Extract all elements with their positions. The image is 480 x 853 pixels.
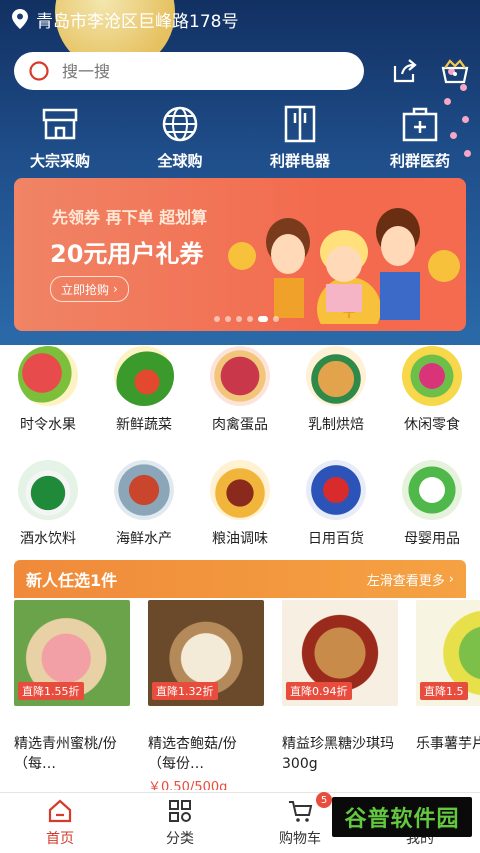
drinks-image	[18, 460, 78, 520]
quick-link-global[interactable]: 全球购	[125, 104, 235, 174]
banner-title: 20元用户礼券	[50, 240, 204, 268]
category-drinks[interactable]: 酒水饮料	[3, 460, 93, 548]
vegetables-image	[114, 346, 174, 406]
meat-image	[210, 346, 270, 406]
product-name: 精选青州蜜桃/份（每…	[14, 736, 117, 772]
search-box[interactable]	[14, 52, 364, 90]
site-watermark: 谷普软件园	[332, 797, 472, 837]
product-image-peach: 直降1.55折	[14, 600, 130, 706]
discount-badge: 直降1.32折	[152, 682, 218, 700]
fridge-icon	[284, 105, 316, 143]
category-snacks[interactable]: 休闲零食	[387, 346, 477, 434]
discount-badge: 直降0.94折	[286, 682, 352, 700]
discount-badge: 直降1.5	[420, 682, 468, 700]
carousel-dots	[214, 316, 279, 322]
category-grid-icon	[169, 800, 191, 822]
product-image-mushroom: 直降1.32折	[148, 600, 264, 706]
category-seafood[interactable]: 海鲜水产	[99, 460, 189, 548]
banner-buy-button[interactable]: 立即抢购 ›	[50, 276, 129, 302]
newcomer-section-header: 新人任选1件 左滑查看更多 ›	[14, 560, 466, 598]
product-image-chips: 直降1.5	[416, 600, 480, 706]
product-name: 精益珍黑糖沙琪玛300g	[282, 736, 394, 772]
product-card[interactable]: 直降1.32折 精选杏鲍菇/份（每份… ￥0.50/500g	[148, 600, 264, 790]
swipe-more-link[interactable]: 左滑查看更多 ›	[367, 570, 454, 589]
crown-basket-icon	[441, 59, 469, 84]
product-price: ￥0.50/500g	[148, 780, 228, 790]
discount-badge: 直降1.55折	[18, 682, 84, 700]
section-title: 新人任选1件	[26, 571, 118, 590]
globe-icon	[162, 106, 198, 142]
category-fruit[interactable]: 时令水果	[3, 346, 93, 434]
daily-goods-image	[306, 460, 366, 520]
category-daily-goods[interactable]: 日用百货	[291, 460, 381, 548]
share-icon	[393, 59, 417, 83]
cart-icon	[289, 801, 313, 822]
product-card[interactable]: 直降1.5 乐事薯芋片沁	[416, 600, 480, 790]
quick-links: 大宗采购 全球购 利群电器 利群医药	[0, 104, 480, 174]
category-meat-eggs[interactable]: 肉禽蛋品	[195, 346, 285, 434]
cartoon-family-illustration: ¥	[228, 208, 460, 324]
seafood-image	[114, 460, 174, 520]
fruit-image	[18, 346, 78, 406]
grain-oil-image	[210, 460, 270, 520]
chevron-right-icon: ›	[448, 571, 454, 587]
category-dairy-bakery[interactable]: 乳制烘焙	[291, 346, 381, 434]
baby-goods-image	[402, 460, 462, 520]
member-crown-button[interactable]	[438, 54, 472, 88]
promo-banner[interactable]: 先领券 再下单 超划算 20元用户礼券 立即抢购› ¥	[14, 178, 466, 331]
quick-link-pharmacy[interactable]: 利群医药	[365, 104, 475, 174]
search-icon	[29, 61, 49, 81]
quick-link-appliances[interactable]: 利群电器	[245, 104, 355, 174]
search-input[interactable]	[60, 60, 324, 82]
quick-link-bulk-purchase[interactable]: 大宗采购	[5, 104, 115, 174]
product-image-shaqima: 直降0.94折	[282, 600, 398, 706]
tab-home[interactable]: 首页	[10, 798, 110, 848]
dairy-image	[306, 346, 366, 406]
product-carousel: 直降1.55折 精选青州蜜桃/份（每… 直降1.32折 精选杏鲍菇/份（每份… …	[14, 600, 480, 790]
chevron-right-icon: ›	[113, 282, 118, 296]
home-icon	[48, 799, 72, 823]
snacks-image	[402, 346, 462, 406]
tab-category[interactable]: 分类	[130, 798, 230, 848]
category-baby[interactable]: 母婴用品	[387, 460, 477, 548]
medkit-icon	[402, 107, 438, 142]
store-icon	[42, 108, 78, 140]
product-card[interactable]: 直降1.55折 精选青州蜜桃/份（每…	[14, 600, 130, 790]
banner-subtitle: 先领券 再下单 超划算	[52, 208, 208, 227]
product-name: 乐事薯芋片沁	[416, 736, 480, 752]
cart-count-badge: 5	[316, 792, 332, 808]
product-card[interactable]: 直降0.94折 精益珍黑糖沙琪玛300g	[282, 600, 398, 790]
share-button[interactable]	[388, 54, 422, 88]
category-vegetables[interactable]: 新鲜蔬菜	[99, 346, 189, 434]
product-name: 精选杏鲍菇/份（每份…	[148, 736, 237, 772]
location-bar[interactable]: 青岛市李沧区巨峰路178号	[12, 8, 239, 32]
location-text: 青岛市李沧区巨峰路178号	[36, 11, 239, 32]
category-grain-oil[interactable]: 粮油调味	[195, 460, 285, 548]
location-pin-icon	[12, 9, 28, 29]
